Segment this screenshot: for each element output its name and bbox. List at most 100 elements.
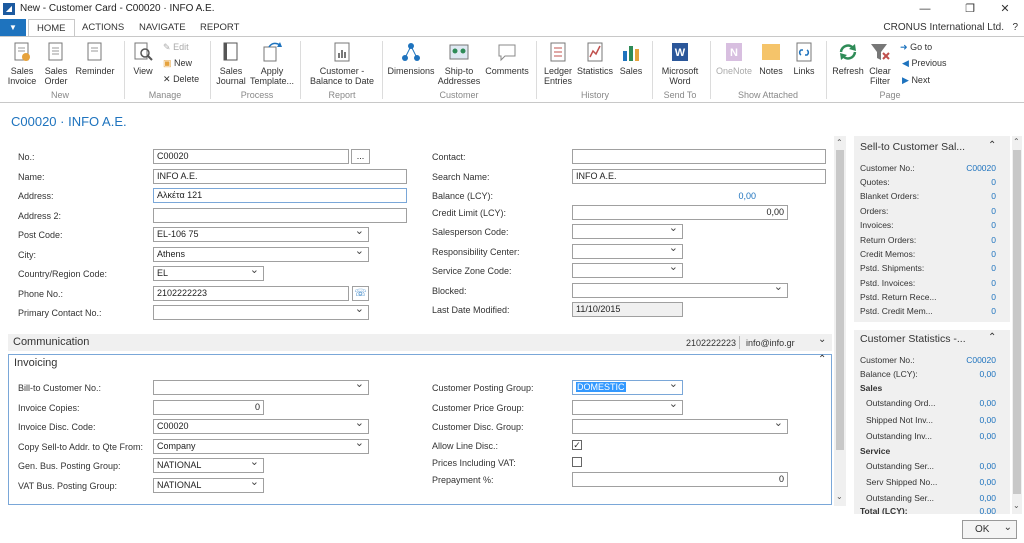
city-dropdown[interactable]: Athens <box>153 247 369 262</box>
fb-row-value[interactable]: 0 <box>944 278 996 288</box>
company-name[interactable]: CRONUS International Ltd. <box>883 22 1004 33</box>
responsibility-center-dropdown[interactable] <box>572 244 683 259</box>
stats-collapse-icon[interactable]: ⌃ <box>988 332 996 343</box>
customer-price-group-dropdown[interactable] <box>572 400 683 415</box>
ledger-entries-button[interactable]: Ledger Entries <box>540 41 576 86</box>
stats-row-value[interactable]: 0,00 <box>944 415 996 425</box>
close-button[interactable]: ✕ <box>990 0 1020 19</box>
gen-bus-posting-dropdown[interactable]: NATIONAL <box>153 458 264 473</box>
invoice-disc-code-dropdown[interactable]: C00020 <box>153 419 369 434</box>
sales-invoice-button[interactable]: Sales Invoice <box>4 41 40 86</box>
fb-row-value[interactable]: 0 <box>944 292 996 302</box>
invoice-copies-field[interactable]: 0 <box>153 400 264 415</box>
address2-field[interactable] <box>153 208 407 223</box>
scroll-down-icon[interactable]: ⌄ <box>836 492 843 501</box>
fb-row-value[interactable]: 0 <box>944 191 996 201</box>
main-scrollbar-thumb[interactable] <box>836 150 844 450</box>
next-button[interactable]: ▶ Next <box>902 75 930 86</box>
tab-navigate[interactable]: NAVIGATE <box>131 19 194 37</box>
edit-button[interactable]: ✎ Edit <box>163 42 189 53</box>
view-button[interactable]: View <box>130 41 156 76</box>
new-button[interactable]: ▣ New <box>163 58 192 69</box>
sell-to-collapse-icon[interactable]: ⌃ <box>988 140 996 151</box>
main-scrollbar[interactable]: ⌃ ⌄ <box>834 136 846 506</box>
no-field[interactable]: C00020 <box>153 149 349 164</box>
stats-balance-value[interactable]: 0,00 <box>944 369 996 379</box>
scroll-up-icon[interactable]: ⌃ <box>836 138 843 147</box>
contact-field[interactable] <box>572 149 826 164</box>
phone-field[interactable]: 2102222223 <box>153 286 349 301</box>
dimensions-button[interactable]: Dimensions <box>386 41 436 76</box>
service-zone-dropdown[interactable] <box>572 263 683 278</box>
primary-contact-dropdown[interactable] <box>153 305 369 320</box>
stats-row-value[interactable]: 0,00 <box>944 493 996 503</box>
factbox-scroll-up-icon[interactable]: ⌃ <box>1013 137 1020 146</box>
copy-sell-to-dropdown[interactable]: Company <box>153 439 369 454</box>
ship-to-addresses-button[interactable]: Ship-to Addresses <box>437 41 481 86</box>
fb-row-value[interactable]: 0 <box>944 177 996 187</box>
fb-row-value[interactable]: 0 <box>944 220 996 230</box>
prepayment-field[interactable]: 0 <box>572 472 788 487</box>
microsoft-word-button[interactable]: W Microsoft Word <box>656 41 704 86</box>
sales-journal-button[interactable]: Sales Journal <box>214 41 248 86</box>
invoicing-fasttab[interactable]: Invoicing <box>8 354 832 371</box>
no-assist-button[interactable]: ... <box>351 149 370 164</box>
customer-statistics-factbox-title[interactable]: Customer Statistics -... <box>860 333 966 345</box>
post-code-dropdown[interactable]: EL-106 75 <box>153 227 369 242</box>
sell-to-factbox-title[interactable]: Sell-to Customer Sal... <box>860 141 965 153</box>
tab-report[interactable]: REPORT <box>192 19 247 37</box>
minimize-button[interactable]: — <box>910 0 940 19</box>
factbox-scrollbar-thumb[interactable] <box>1013 150 1021 494</box>
search-name-field[interactable]: INFO A.E. <box>572 169 826 184</box>
stats-row-value[interactable]: 0,00 <box>944 461 996 471</box>
customer-disc-group-dropdown[interactable] <box>572 419 788 434</box>
factbox-scroll-down-icon[interactable]: ⌄ <box>1013 501 1020 510</box>
balance-value[interactable]: 0,00 <box>700 191 756 201</box>
country-dropdown[interactable]: EL <box>153 266 264 281</box>
stats-customer-no-value[interactable]: C00020 <box>944 355 996 365</box>
stats-row-value[interactable]: 0,00 <box>944 431 996 441</box>
statistics-button[interactable]: Statistics <box>576 41 614 76</box>
ok-button[interactable]: OK ⌄ <box>962 520 1017 539</box>
name-field[interactable]: INFO A.E. <box>153 169 407 184</box>
sales-order-button[interactable]: Sales Order <box>40 41 72 86</box>
fb-row-value[interactable]: 0 <box>944 206 996 216</box>
prices-incl-vat-checkbox[interactable] <box>572 457 582 467</box>
comments-button[interactable]: Comments <box>483 41 531 76</box>
expand-chevron-icon[interactable]: ⌄ <box>818 334 826 345</box>
clear-filter-button[interactable]: Clear Filter <box>866 41 894 86</box>
vat-bus-posting-dropdown[interactable]: NATIONAL <box>153 478 264 493</box>
stats-row-value[interactable]: 0,00 <box>944 477 996 487</box>
customer-balance-to-date-button[interactable]: Customer - Balance to Date <box>305 41 379 86</box>
bill-to-dropdown[interactable] <box>153 380 369 395</box>
apply-template-button[interactable]: Apply Template... <box>250 41 294 86</box>
sales-button[interactable]: Sales <box>616 41 646 76</box>
tab-home[interactable]: HOME <box>28 19 75 37</box>
fb-row-value[interactable]: C00020 <box>944 163 996 173</box>
collapse-chevron-icon[interactable]: ⌃ <box>818 354 826 365</box>
fb-row-value[interactable]: 0 <box>944 306 996 316</box>
fb-row-value[interactable]: 0 <box>944 263 996 273</box>
blocked-dropdown[interactable] <box>572 283 788 298</box>
delete-button[interactable]: ✕ Delete <box>163 74 199 85</box>
refresh-button[interactable]: Refresh <box>830 41 866 76</box>
customer-posting-group-dropdown[interactable]: DOMESTIC <box>572 380 683 395</box>
fb-row-value[interactable]: 0 <box>944 235 996 245</box>
restore-button[interactable]: ❐ <box>955 0 985 19</box>
factbox-scrollbar[interactable]: ⌃ ⌄ <box>1012 136 1022 514</box>
fb-row-value[interactable]: 0 <box>944 249 996 259</box>
onenote-button[interactable]: N OneNote <box>714 41 754 76</box>
address-field[interactable]: Αλκέτα 121 <box>153 188 407 203</box>
reminder-button[interactable]: Reminder <box>73 41 117 76</box>
allow-line-disc-checkbox[interactable]: ✓ <box>572 440 582 450</box>
previous-button[interactable]: ◀ Previous <box>902 58 946 69</box>
stats-row-value[interactable]: 0,00 <box>944 398 996 408</box>
stats-total-value[interactable]: 0,00 <box>944 506 996 514</box>
help-button[interactable]: ? <box>1012 22 1018 33</box>
credit-limit-field[interactable]: 0,00 <box>572 205 788 220</box>
go-to-button[interactable]: ➜ Go to <box>900 42 932 53</box>
tab-actions[interactable]: ACTIONS <box>74 19 132 37</box>
notes-button[interactable]: Notes <box>756 41 786 76</box>
links-button[interactable]: Links <box>790 41 818 76</box>
salesperson-dropdown[interactable] <box>572 224 683 239</box>
